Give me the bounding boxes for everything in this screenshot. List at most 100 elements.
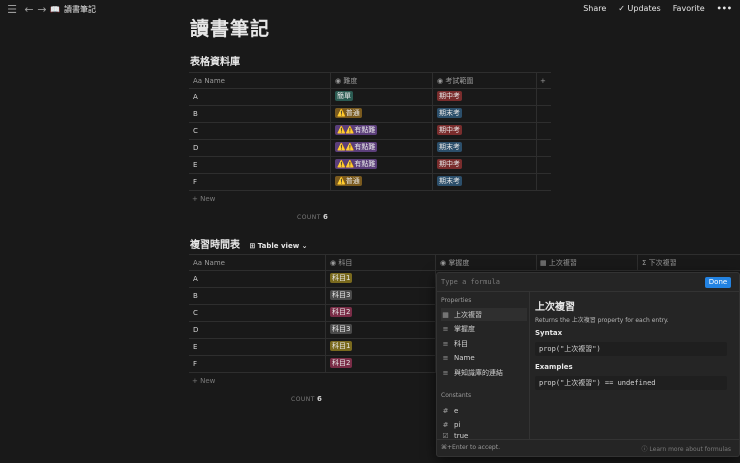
row-name[interactable]: E	[189, 339, 326, 355]
database-title-1[interactable]: 表格資料庫	[190, 53, 240, 68]
column-label: Name	[204, 259, 225, 267]
done-button[interactable]: Done	[705, 277, 731, 288]
formula-input[interactable]: Type a formula	[441, 278, 500, 286]
new-row-button[interactable]: + New	[192, 195, 215, 203]
constant-item-e[interactable]: # e	[441, 404, 527, 417]
scope-cell[interactable]: 期末考	[433, 106, 537, 122]
database-title-2-label[interactable]: 複習時間表	[190, 240, 240, 251]
difficulty-tag: 簡單	[335, 91, 353, 101]
difficulty-cell[interactable]: ⚠️普通	[331, 106, 433, 122]
syntax-heading: Syntax	[535, 329, 563, 337]
row-name[interactable]: E	[189, 157, 331, 173]
table-row[interactable]: A 簡單 期中考	[189, 89, 551, 106]
column-header-name[interactable]: Aa Name	[189, 73, 331, 89]
row-name[interactable]: C	[189, 123, 331, 139]
select-icon: ◉	[330, 259, 337, 267]
subject-cell[interactable]: 科目3	[326, 288, 436, 304]
column-label: 科目	[338, 259, 353, 267]
table-row[interactable]: E ⚠️⚠️有點難 期中考	[189, 157, 551, 174]
row-name[interactable]: B	[189, 106, 331, 122]
subject-cell[interactable]: 科目2	[326, 356, 436, 372]
column-header-mastery[interactable]: ◉ 掌握度	[436, 255, 537, 271]
subject-cell[interactable]: 科目2	[326, 305, 436, 321]
property-label: 與知識庫的連結	[454, 368, 503, 377]
difficulty-cell[interactable]: ⚠️普通	[331, 174, 433, 190]
row-name[interactable]: B	[189, 288, 326, 304]
constant-item-pi[interactable]: # pi	[441, 418, 527, 431]
difficulty-cell[interactable]: 簡單	[331, 89, 433, 105]
scope-tag: 期中考	[437, 125, 462, 135]
row-name[interactable]: F	[189, 174, 331, 190]
scope-cell[interactable]: 期中考	[433, 123, 537, 139]
examples-heading: Examples	[535, 363, 573, 371]
table-row[interactable]: F ⚠️普通 期末考	[189, 174, 551, 191]
property-item-knowledge-link[interactable]: ≡ 與知識庫的連結	[441, 366, 527, 379]
column-header-name[interactable]: Aa Name	[189, 255, 326, 271]
new-row-button[interactable]: + New	[192, 377, 215, 385]
constant-item-true[interactable]: ☑ true	[441, 432, 527, 439]
forward-arrow-icon[interactable]: →	[35, 3, 49, 17]
scope-cell[interactable]: 期中考	[433, 89, 537, 105]
difficulty-cell[interactable]: ⚠️⚠️有點難	[331, 157, 433, 173]
table-row[interactable]: C ⚠️⚠️有點難 期中考	[189, 123, 551, 140]
difficulty-cell[interactable]: ⚠️⚠️有點難	[331, 140, 433, 156]
updates-button[interactable]: ✓ Updates	[618, 4, 660, 13]
count-footer[interactable]: COUNT 6	[297, 213, 328, 221]
text-icon: ≡	[442, 324, 449, 333]
chevron-down-icon: ⌄	[301, 242, 308, 250]
formula-detail-pane: 上次複習 Returns the 上次複習 property for each …	[531, 292, 739, 439]
column-header-difficulty[interactable]: ◉ 難度	[331, 73, 433, 89]
scope-cell[interactable]: 期中考	[433, 157, 537, 173]
row-name[interactable]: C	[189, 305, 326, 321]
scope-cell[interactable]: 期末考	[433, 140, 537, 156]
detail-description: Returns the 上次複習 property for each entry…	[535, 317, 669, 324]
scope-tag: 期中考	[437, 159, 462, 169]
row-name[interactable]: D	[189, 140, 331, 156]
constant-label: true	[454, 432, 469, 439]
property-label: 科目	[454, 339, 468, 348]
property-item-mastery[interactable]: ≡ 掌握度	[441, 322, 527, 335]
row-name[interactable]: F	[189, 356, 326, 372]
count-footer[interactable]: COUNT 6	[291, 395, 322, 403]
view-selector[interactable]: ⊞ Table view ⌄	[249, 242, 307, 250]
column-header-last-review[interactable]: ▦ 上次複習	[536, 255, 638, 271]
column-header-subject[interactable]: ◉ 科目	[326, 255, 436, 271]
difficulty-tag: ⚠️普通	[335, 108, 362, 118]
add-column-button[interactable]: +	[537, 73, 551, 89]
scope-cell[interactable]: 期末考	[433, 174, 537, 190]
view-label: Table view	[257, 242, 300, 250]
share-button[interactable]: Share	[583, 4, 606, 13]
table-row[interactable]: D ⚠️⚠️有點難 期末考	[189, 140, 551, 157]
column-label: 難度	[343, 77, 358, 85]
accept-hint: ⌘+Enter to accept.	[441, 444, 501, 451]
more-icon[interactable]: •••	[717, 4, 732, 13]
select-icon: ◉	[437, 77, 444, 85]
properties-section-label: Properties	[441, 297, 472, 304]
row-name[interactable]: A	[189, 271, 326, 287]
row-name[interactable]: D	[189, 322, 326, 338]
learn-more-label: Learn more about formulas	[649, 446, 731, 453]
text-icon: ≡	[442, 353, 449, 362]
column-header-scope[interactable]: ◉ 考試範圍	[433, 73, 537, 89]
column-label: 掌握度	[448, 259, 470, 267]
table-row[interactable]: B ⚠️普通 期末考	[189, 106, 551, 123]
property-item-name[interactable]: ≡ Name	[441, 351, 527, 364]
row-name[interactable]: A	[189, 89, 331, 105]
breadcrumb[interactable]: 📖 讀書筆記	[50, 4, 96, 15]
subject-cell[interactable]: 科目1	[326, 339, 436, 355]
back-arrow-icon[interactable]: ←	[22, 3, 36, 17]
difficulty-tag: ⚠️⚠️有點難	[335, 142, 378, 152]
subject-tag: 科目3	[330, 324, 353, 334]
favorite-button[interactable]: Favorite	[673, 4, 705, 13]
count-label: COUNT	[297, 214, 321, 221]
top-bar: ☰ ← → 📖 讀書筆記 Share ✓ Updates Favorite ••…	[0, 0, 740, 20]
subject-cell[interactable]: 科目1	[326, 271, 436, 287]
learn-more-link[interactable]: ⓘ Learn more about formulas	[641, 444, 731, 453]
menu-icon[interactable]: ☰	[5, 3, 19, 17]
difficulty-cell[interactable]: ⚠️⚠️有點難	[331, 123, 433, 139]
check-icon: ✓	[618, 4, 625, 13]
subject-cell[interactable]: 科目3	[326, 322, 436, 338]
column-header-next-review[interactable]: Σ 下次複習	[638, 255, 740, 271]
property-item-subject[interactable]: ≡ 科目	[441, 337, 527, 350]
property-item-last-review[interactable]: ▦ 上次複習	[441, 308, 527, 321]
